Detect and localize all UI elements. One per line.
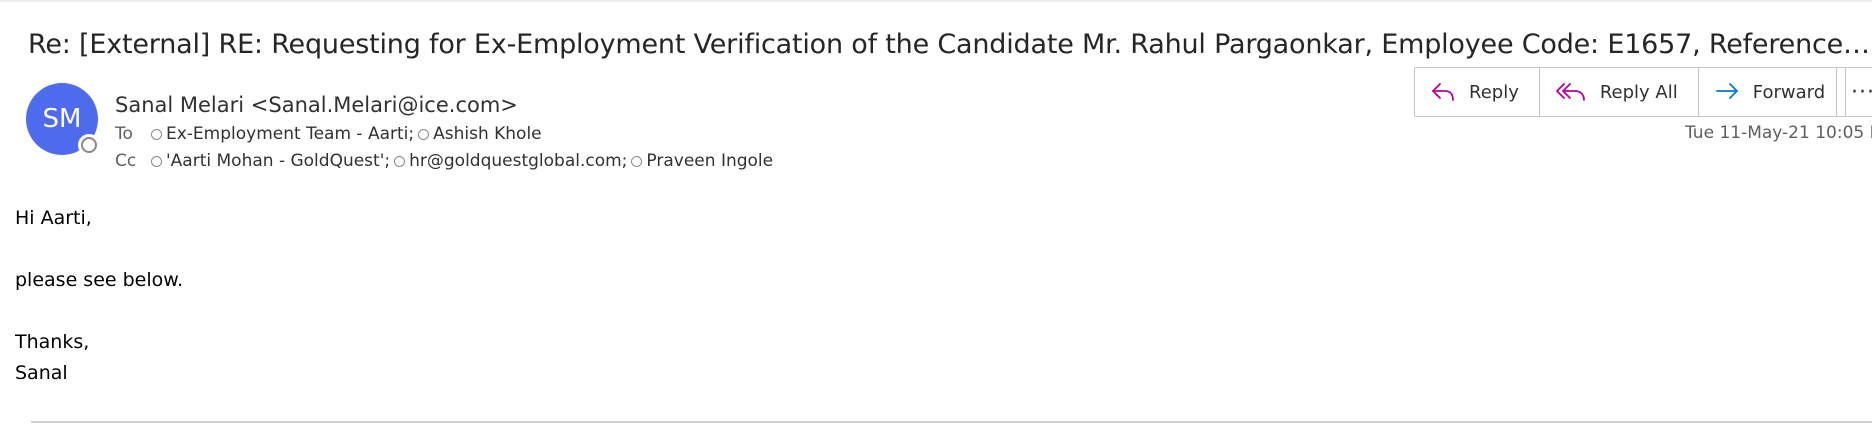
reply-button[interactable]: Reply [1415, 68, 1540, 116]
to-row: To Ex-Employment Team - Aarti; Ashish Kh… [115, 122, 546, 146]
presence-dot-icon [394, 155, 406, 167]
body-signature: Sanal [15, 362, 68, 384]
reply-all-button[interactable]: Reply All [1540, 68, 1699, 116]
message-actions: Reply Reply All Forward [1414, 67, 1847, 117]
top-shade [0, 0, 1872, 3]
body-greeting: Hi Aarti, [15, 207, 92, 229]
avatar-initials: SM [42, 104, 82, 134]
sender-name[interactable]: Sanal Melari <Sanal.Melari@ice.com> [115, 91, 518, 119]
more-actions-button[interactable]: ··· [1836, 67, 1872, 117]
forward-icon [1715, 83, 1738, 99]
forward-button[interactable]: Forward [1699, 68, 1845, 116]
sent-timestamp: Tue 11-May-21 10:05 PM [1685, 123, 1872, 143]
presence-dot-icon [418, 128, 430, 140]
message-body: Hi Aarti, please see below. Thanks, Sana… [15, 203, 183, 389]
reply-all-label: Reply All [1599, 81, 1678, 103]
cc-recipient[interactable]: Praveen Ingole [631, 149, 773, 173]
reply-icon [1432, 83, 1454, 101]
to-recipient[interactable]: Ashish Khole [418, 122, 542, 146]
body-line: please see below. [15, 269, 184, 291]
cc-recipient[interactable]: hr@goldquestglobal.com; [394, 149, 627, 173]
more-icon: ··· [1851, 79, 1872, 105]
cc-label: Cc [115, 151, 137, 171]
cc-recipient[interactable]: 'Aarti Mohan - GoldQuest'; [151, 149, 390, 173]
recipient-name: 'Aarti Mohan - GoldQuest'; [166, 151, 391, 171]
recipient-name: Ex-Employment Team - Aarti; [166, 124, 415, 144]
body-closing: Thanks, [15, 331, 90, 353]
to-label: To [115, 124, 133, 144]
recipient-name: Ashish Khole [433, 124, 542, 144]
recipient-name: hr@goldquestglobal.com; [409, 151, 628, 171]
presence-dot-icon [151, 128, 162, 140]
reply-label: Reply [1469, 81, 1519, 103]
presence-dot-icon [151, 155, 162, 167]
presence-status-icon [78, 134, 100, 156]
reply-all-icon [1555, 83, 1585, 101]
quoted-message-divider [31, 421, 1872, 423]
recipient-name: Praveen Ingole [646, 151, 774, 171]
forward-label: Forward [1752, 81, 1826, 103]
presence-dot-icon [631, 155, 643, 167]
email-subject: Re: [External] RE: Requesting for Ex-Emp… [28, 29, 1872, 60]
to-recipient[interactable]: Ex-Employment Team - Aarti; [151, 122, 414, 146]
cc-row: Cc 'Aarti Mohan - GoldQuest'; hr@goldque… [115, 149, 777, 173]
